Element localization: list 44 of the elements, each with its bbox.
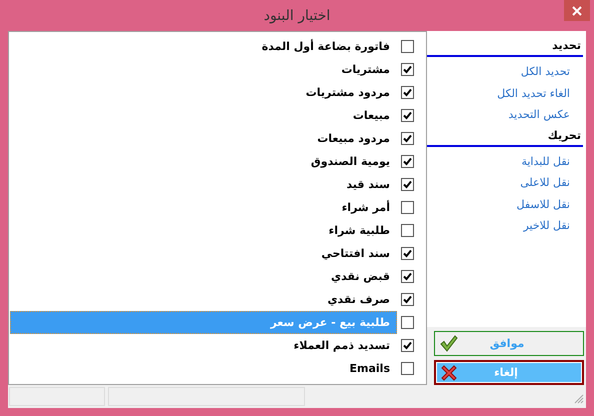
action-link[interactable]: تحديد الكل <box>427 61 583 82</box>
list-item[interactable]: Emails <box>10 357 397 380</box>
checkbox[interactable] <box>401 155 414 168</box>
checkbox[interactable] <box>401 132 414 145</box>
list-item[interactable]: فاتورة بضاعة أول المدة <box>10 35 397 58</box>
section-heading: تحديد <box>427 39 583 57</box>
checkbox[interactable] <box>401 109 414 122</box>
checkbox[interactable] <box>401 293 414 306</box>
list-item[interactable]: سند قيد <box>10 173 397 196</box>
checkbox[interactable] <box>401 224 414 237</box>
checkbox[interactable] <box>401 247 414 260</box>
checkbox[interactable] <box>401 339 414 352</box>
action-link[interactable]: نقل للبداية <box>427 150 583 172</box>
check-icon <box>440 335 458 352</box>
list-item[interactable]: سند افتتاحي <box>10 242 397 265</box>
list-item[interactable]: قبض نقدي <box>10 265 397 288</box>
close-icon <box>441 364 457 381</box>
checkbox[interactable] <box>401 316 414 329</box>
list-item[interactable]: تسديد ذمم العملاء <box>10 334 397 357</box>
checkbox[interactable] <box>401 270 414 283</box>
list-item[interactable]: مردود مشتريات <box>10 81 397 104</box>
action-link[interactable]: نقل للاسفل <box>427 194 583 215</box>
checkbox[interactable] <box>401 86 414 99</box>
list-item[interactable]: مشتريات <box>10 58 397 81</box>
list-item[interactable]: مردود مبيعات <box>10 127 397 150</box>
action-link[interactable]: عكس التحديد <box>427 104 583 126</box>
list-item[interactable]: أمر شراء <box>10 196 397 219</box>
action-link[interactable]: نقل للاخير <box>427 215 583 236</box>
close-button[interactable] <box>564 0 590 21</box>
window-title: اختيار البنود <box>264 7 330 24</box>
x-icon <box>572 6 582 16</box>
checkbox[interactable] <box>401 362 414 375</box>
checkbox[interactable] <box>401 63 414 76</box>
action-link[interactable]: الغاء تحديد الكل <box>427 82 583 104</box>
action-link[interactable]: نقل للاعلى <box>427 172 583 194</box>
checkbox[interactable] <box>401 178 414 191</box>
checkbox[interactable] <box>401 40 414 53</box>
list-item[interactable]: طلبية شراء <box>10 219 397 242</box>
section-heading: تحريك <box>427 128 583 146</box>
checkbox[interactable] <box>401 201 414 214</box>
list-item[interactable]: صرف نقدي <box>10 288 397 311</box>
list-item[interactable]: مبيعات <box>10 104 397 127</box>
resize-grip-icon[interactable] <box>574 394 584 404</box>
list-item[interactable]: يومية الصندوق <box>10 150 397 173</box>
